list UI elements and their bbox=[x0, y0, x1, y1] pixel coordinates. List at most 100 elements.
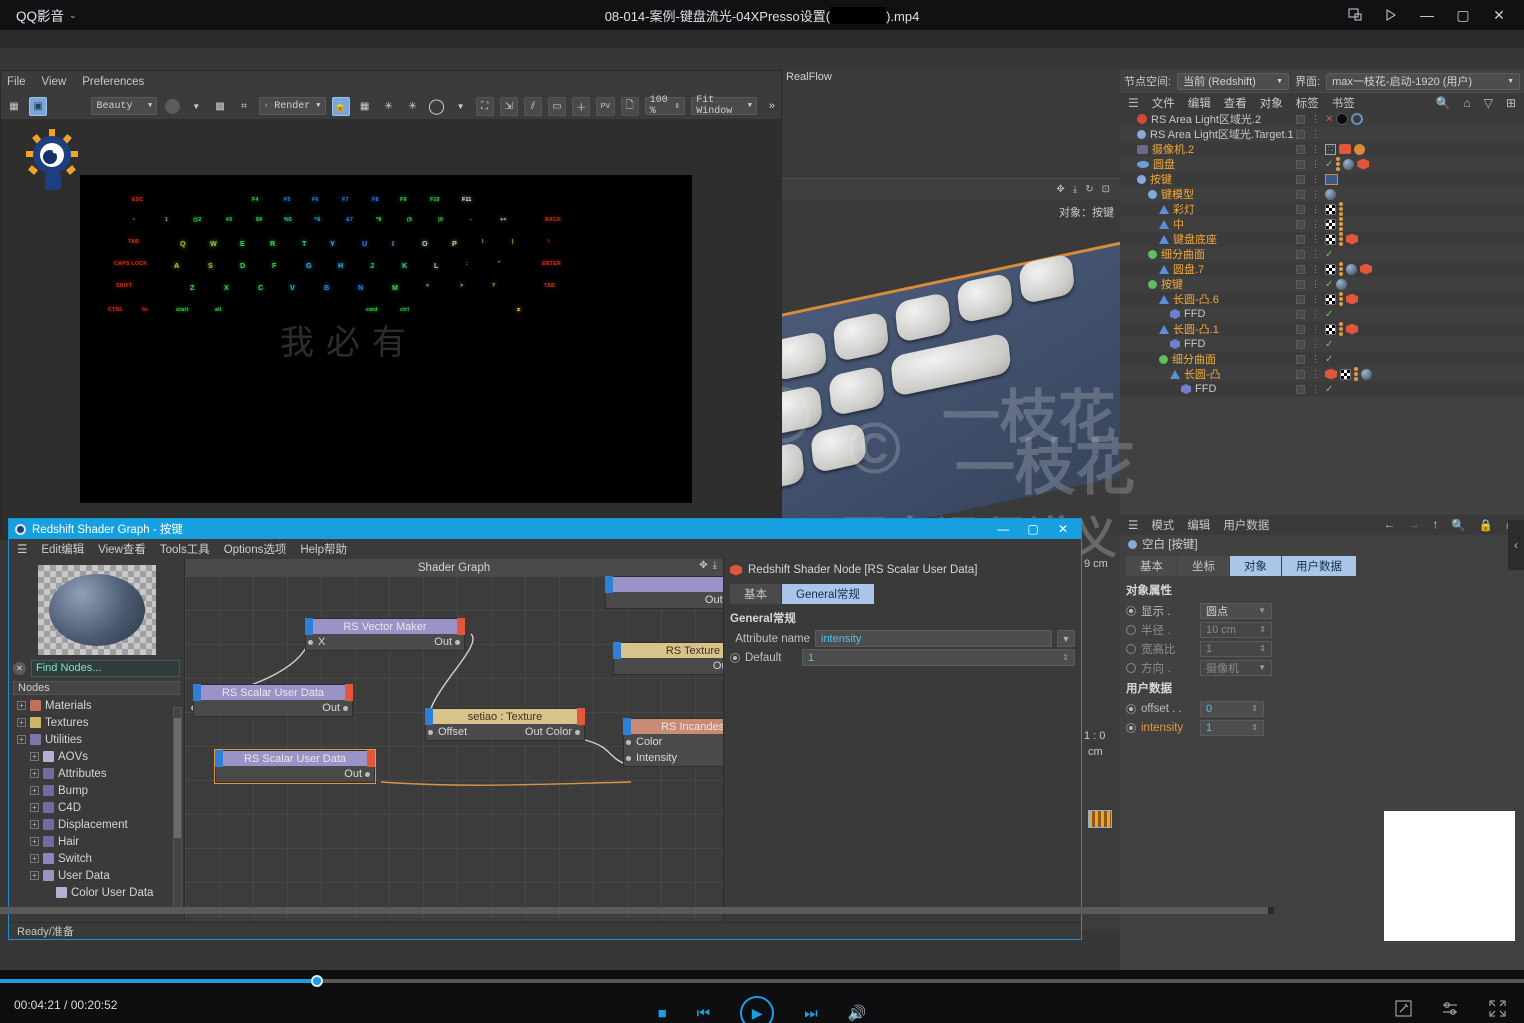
rsg-menu-options[interactable]: Options选项 bbox=[224, 541, 287, 557]
visibility-toggle[interactable] bbox=[1296, 145, 1305, 154]
visibility-toggle[interactable] bbox=[1296, 355, 1305, 364]
move-icon[interactable]: ✥ bbox=[699, 560, 707, 571]
field-value[interactable]: 1⇕ bbox=[1200, 641, 1272, 657]
hamburger-icon[interactable]: ☰ bbox=[1128, 518, 1138, 532]
object-tags[interactable]: ⛶ bbox=[1325, 144, 1365, 155]
visibility-toggle[interactable] bbox=[1296, 370, 1305, 379]
hamburger-icon[interactable]: ☰ bbox=[17, 542, 27, 556]
snowflake-icon[interactable]: ✳ bbox=[380, 97, 398, 116]
object-row[interactable]: 摄像机.2⋮⛶ bbox=[1120, 142, 1524, 157]
rsg-menu-tools[interactable]: Tools工具 bbox=[160, 541, 210, 557]
object-tags[interactable] bbox=[1325, 189, 1336, 200]
maximize-icon[interactable]: ▢ bbox=[1021, 522, 1045, 536]
om-menu-bookmark[interactable]: 书签 bbox=[1332, 95, 1355, 111]
object-tags[interactable]: ✓ bbox=[1325, 339, 1333, 350]
menu-preferences[interactable]: Preferences bbox=[82, 76, 144, 88]
copy-icon[interactable]: 🗋 bbox=[621, 97, 639, 116]
zoom-stepper[interactable]: 100 %⇕ bbox=[645, 97, 686, 115]
snapshot-tool-icon[interactable] bbox=[1395, 1000, 1412, 1020]
object-tags[interactable] bbox=[1325, 232, 1358, 246]
animate-dot[interactable] bbox=[1126, 606, 1136, 616]
layout-select[interactable]: max一枝花-启动-1920 (用户)▼ bbox=[1326, 73, 1520, 90]
output-port-label[interactable]: Out bbox=[344, 768, 362, 780]
seek-handle[interactable] bbox=[311, 975, 323, 987]
input-port-label[interactable]: Color bbox=[636, 736, 662, 748]
node-category-item[interactable]: +Switch bbox=[13, 850, 180, 867]
app-menu-button[interactable]: QQ影音 ⌄ bbox=[16, 5, 77, 25]
shader-node[interactable]: RS TextureOut Color bbox=[613, 642, 723, 675]
scale-icon[interactable]: ⤓ bbox=[1073, 184, 1077, 195]
animate-dot[interactable] bbox=[1126, 723, 1136, 733]
snowflake2-icon[interactable]: ✳ bbox=[404, 97, 422, 116]
attributes-tab[interactable]: 用户数据 bbox=[1282, 556, 1356, 576]
input-port-label[interactable]: Offset bbox=[438, 726, 467, 738]
rsg-menu-edit[interactable]: Edit编辑 bbox=[41, 541, 84, 557]
render-icon[interactable]: ▣ bbox=[29, 97, 47, 116]
object-row[interactable]: RS Area Light区域光.Target.1⋮ bbox=[1120, 127, 1524, 142]
attr-menu-edit[interactable]: 编辑 bbox=[1187, 517, 1210, 533]
output-port-label[interactable]: Out Color bbox=[705, 594, 723, 606]
input-port-label[interactable]: Intensity bbox=[636, 752, 677, 764]
visibility-toggle[interactable] bbox=[1296, 175, 1305, 184]
back-arrow-icon[interactable]: ← bbox=[1384, 519, 1396, 531]
user-data-value[interactable]: 1⇕ bbox=[1200, 720, 1264, 736]
object-row[interactable]: FFD⋮✓ bbox=[1120, 307, 1524, 322]
node-properties-tabs[interactable]: 基本General常规 bbox=[724, 581, 1081, 607]
object-row[interactable]: 按键⋮✓ bbox=[1120, 277, 1524, 292]
object-row[interactable]: FFD⋮✓ bbox=[1120, 337, 1524, 352]
menu-view[interactable]: View bbox=[42, 76, 67, 88]
visibility-toggle[interactable] bbox=[1296, 190, 1305, 199]
visibility-toggle[interactable] bbox=[1296, 205, 1305, 214]
output-port-label[interactable]: Out Color bbox=[713, 660, 723, 672]
film-icon[interactable]: ▦ bbox=[5, 97, 23, 116]
user-data-value[interactable]: 0⇕ bbox=[1200, 701, 1264, 717]
attributes-tab[interactable]: 基本 bbox=[1126, 556, 1177, 576]
rotate-icon[interactable]: ↻ bbox=[1085, 184, 1093, 195]
render-mode-select[interactable]: ‹Render▼ bbox=[259, 97, 325, 115]
horizontal-scrollbar[interactable] bbox=[0, 907, 1274, 914]
circle-icon[interactable]: ◯ bbox=[428, 97, 446, 116]
object-tags[interactable]: ✓ bbox=[1325, 309, 1333, 320]
stop-button[interactable]: ■ bbox=[658, 1005, 667, 1022]
up-arrow-icon[interactable]: ↑ bbox=[1433, 519, 1439, 531]
clear-icon[interactable]: ✕ bbox=[13, 662, 26, 675]
object-tags[interactable] bbox=[1325, 217, 1343, 231]
grid2-icon[interactable]: ▦ bbox=[356, 97, 374, 116]
expand-icon[interactable]: + bbox=[30, 786, 39, 795]
om-menu-tag[interactable]: 标签 bbox=[1296, 95, 1319, 111]
object-row[interactable]: 圆盘.7⋮ bbox=[1120, 262, 1524, 277]
object-tree[interactable]: RS Area Light区域光.2⋮✕RS Area Light区域光.Tar… bbox=[1120, 112, 1524, 397]
object-tags[interactable] bbox=[1325, 174, 1338, 185]
node-category-item[interactable]: +Materials bbox=[13, 697, 180, 714]
object-row[interactable]: FFD⋮✓ bbox=[1120, 382, 1524, 397]
object-row[interactable]: 按键⋮ bbox=[1120, 172, 1524, 187]
object-row[interactable]: 键模型⋮ bbox=[1120, 187, 1524, 202]
expand-icon[interactable]: + bbox=[30, 769, 39, 778]
visibility-toggle[interactable] bbox=[1296, 385, 1305, 394]
settings-sliders-icon[interactable] bbox=[1442, 1000, 1459, 1020]
chevron-down-icon[interactable]: ▼ bbox=[452, 97, 470, 116]
find-nodes-input[interactable]: Find Nodes... bbox=[31, 660, 180, 677]
node-category-item[interactable]: +Hair bbox=[13, 833, 180, 850]
seek-bar[interactable] bbox=[0, 979, 1524, 983]
visibility-toggle[interactable] bbox=[1296, 265, 1305, 274]
object-row[interactable]: RS Area Light区域光.2⋮✕ bbox=[1120, 112, 1524, 127]
previous-button[interactable]: ⏮ bbox=[697, 1005, 711, 1022]
compare-icon[interactable]: ⇲ bbox=[500, 97, 518, 116]
download-icon[interactable]: ⤓ bbox=[713, 560, 717, 571]
node-category-item[interactable]: +Textures bbox=[13, 714, 180, 731]
animate-dot[interactable] bbox=[1126, 663, 1136, 673]
attributes-tabs[interactable]: 基本坐标对象用户数据 bbox=[1120, 553, 1524, 579]
field-value[interactable]: 摄像机▼ bbox=[1200, 660, 1272, 676]
shader-node[interactable]: Out Color bbox=[605, 576, 723, 609]
object-tags[interactable]: ✓ bbox=[1325, 354, 1333, 365]
object-row[interactable]: 键盘底座⋮ bbox=[1120, 232, 1524, 247]
material-thumb[interactable] bbox=[1088, 810, 1112, 828]
pv-icon[interactable]: PV bbox=[596, 97, 614, 116]
region-icon[interactable]: ⛶ bbox=[476, 97, 494, 116]
object-tags[interactable] bbox=[1325, 322, 1358, 336]
object-tags[interactable] bbox=[1325, 202, 1343, 216]
overflow-icon[interactable]: » bbox=[763, 97, 781, 116]
image-icon[interactable]: ▭ bbox=[548, 97, 566, 116]
frame-icon[interactable]: ⊡ bbox=[1102, 184, 1110, 195]
